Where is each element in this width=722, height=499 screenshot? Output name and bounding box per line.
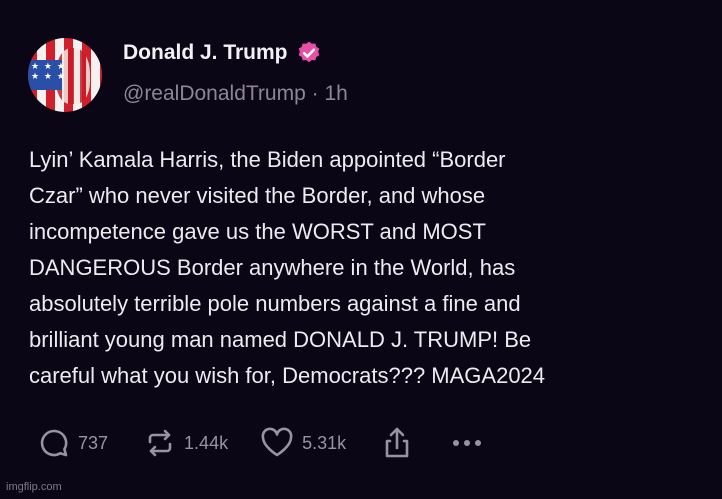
reply-button[interactable]: 737 (38, 427, 108, 459)
author-handle-row: @realDonaldTrump · 1h (123, 82, 348, 106)
more-options-button[interactable] (452, 438, 482, 448)
action-bar: 737 1.44k 5.31k (38, 426, 482, 460)
more-dots-icon (453, 440, 482, 446)
like-count: 5.31k (302, 432, 347, 453)
author-name[interactable]: Donald J. Trump (123, 41, 288, 65)
reply-bubble-icon (40, 429, 68, 457)
share-icon (385, 427, 409, 458)
verified-badge-icon (298, 41, 319, 63)
watermark: imgflip.com (6, 481, 62, 493)
separator-dot: · (311, 82, 319, 105)
repost-count: 1.44k (184, 432, 229, 453)
author-name-row[interactable]: Donald J. Trump (123, 40, 322, 66)
share-button[interactable] (382, 426, 412, 460)
author-handle[interactable]: @realDonaldTrump (123, 82, 306, 105)
post-card: ★ ★ ★ ★ ★ ★ Donald J. Trump @realDonaldTr… (0, 0, 722, 499)
reply-count: 737 (78, 432, 109, 453)
avatar[interactable]: ★ ★ ★ ★ ★ ★ (28, 38, 102, 112)
repost-arrows-icon (148, 429, 172, 457)
avatar-stars: ★ ★ ★ ★ ★ ★ (31, 62, 66, 82)
like-button[interactable]: 5.31k (260, 427, 346, 459)
repost-button[interactable]: 1.44k (144, 427, 228, 459)
post-time[interactable]: 1h (324, 82, 347, 105)
post-text: Lyin’ Kamala Harris, the Biden appointed… (29, 147, 546, 388)
heart-icon (261, 427, 293, 457)
